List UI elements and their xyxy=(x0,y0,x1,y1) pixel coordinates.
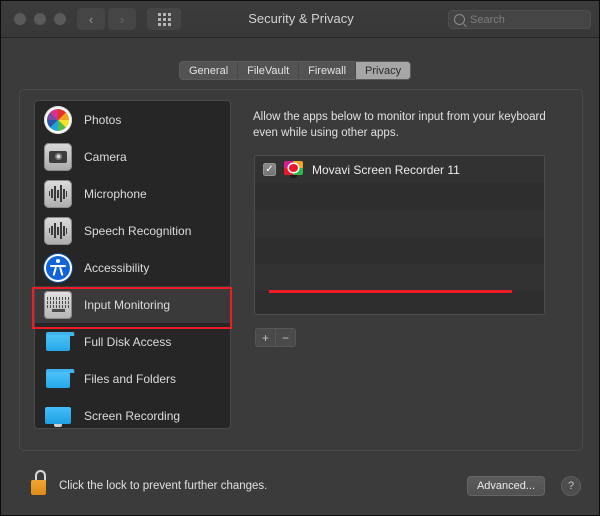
panel-description: Allow the apps below to monitor input fr… xyxy=(253,111,546,139)
remove-app-button[interactable]: − xyxy=(275,329,295,346)
list-item-empty xyxy=(255,264,544,291)
sidebar-item-label: Microphone xyxy=(84,186,147,201)
tab-privacy[interactable]: Privacy xyxy=(356,62,411,79)
sidebar-item-files-and-folders[interactable]: Files and Folders xyxy=(35,360,230,397)
list-item-empty xyxy=(255,291,544,314)
sidebar-item-label: Input Monitoring xyxy=(84,297,171,312)
list-item-empty xyxy=(255,237,544,264)
camera-icon xyxy=(44,142,72,171)
sidebar-item-label: Speech Recognition xyxy=(84,223,192,238)
list-item-empty xyxy=(255,210,544,237)
search-placeholder: Search xyxy=(470,13,505,26)
speech-recognition-icon xyxy=(44,216,72,245)
display-icon xyxy=(44,402,72,429)
sidebar-item-screen-recording[interactable]: Screen Recording xyxy=(35,397,230,429)
sidebar-item-photos[interactable]: Photos xyxy=(35,101,230,138)
folder-icon xyxy=(44,328,75,356)
folder-icon xyxy=(44,365,75,393)
microphone-icon xyxy=(44,179,72,208)
app-checkbox[interactable]: ✓ xyxy=(263,163,276,176)
security-privacy-window: ‹ › Security & Privacy Search General Fi… xyxy=(0,0,600,516)
sidebar-item-label: Photos xyxy=(84,112,122,127)
tab-general[interactable]: General xyxy=(180,62,239,79)
movavi-screen-recorder-icon xyxy=(284,160,303,179)
sidebar-item-speech-recognition[interactable]: Speech Recognition xyxy=(35,212,230,249)
sidebar-item-camera[interactable]: Camera xyxy=(35,138,230,175)
add-remove-buttons: + − xyxy=(255,328,296,347)
sidebar-item-input-monitoring[interactable]: Input Monitoring xyxy=(35,286,230,323)
window-titlebar: ‹ › Security & Privacy Search xyxy=(1,1,599,38)
sidebar-item-label: Camera xyxy=(84,149,127,164)
tab-firewall[interactable]: Firewall xyxy=(299,62,357,79)
advanced-button[interactable]: Advanced... xyxy=(467,476,545,496)
privacy-service-list[interactable]: Photos Camera Microphone Speech Recognit… xyxy=(34,100,231,429)
lock-hint-label: Click the lock to prevent further change… xyxy=(59,480,268,492)
list-item[interactable]: ✓ Movavi Screen Recorder 11 xyxy=(255,156,544,183)
annotation-underline xyxy=(269,290,512,293)
photos-icon xyxy=(44,105,72,134)
tab-filevault[interactable]: FileVault xyxy=(238,62,300,79)
sidebar-item-label: Screen Recording xyxy=(84,408,181,423)
sidebar-item-label: Files and Folders xyxy=(84,371,177,386)
list-item-empty xyxy=(255,183,544,210)
search-icon xyxy=(454,14,465,25)
sidebar-item-label: Accessibility xyxy=(84,260,150,275)
unlocked-padlock-icon[interactable] xyxy=(31,470,50,495)
sidebar-item-accessibility[interactable]: Accessibility xyxy=(35,249,230,286)
sidebar-item-full-disk-access[interactable]: Full Disk Access xyxy=(35,323,230,360)
sidebar-item-label: Full Disk Access xyxy=(84,334,172,349)
add-app-button[interactable]: + xyxy=(256,329,275,346)
keyboard-icon xyxy=(44,290,72,319)
search-input[interactable]: Search xyxy=(448,10,591,29)
privacy-detail-panel: Allow the apps below to monitor input fr… xyxy=(241,100,571,429)
preference-tabs: General FileVault Firewall Privacy xyxy=(179,61,412,80)
app-name-label: Movavi Screen Recorder 11 xyxy=(312,162,460,177)
accessibility-icon xyxy=(44,253,72,282)
sidebar-item-microphone[interactable]: Microphone xyxy=(35,175,230,212)
help-button[interactable]: ? xyxy=(561,476,581,496)
